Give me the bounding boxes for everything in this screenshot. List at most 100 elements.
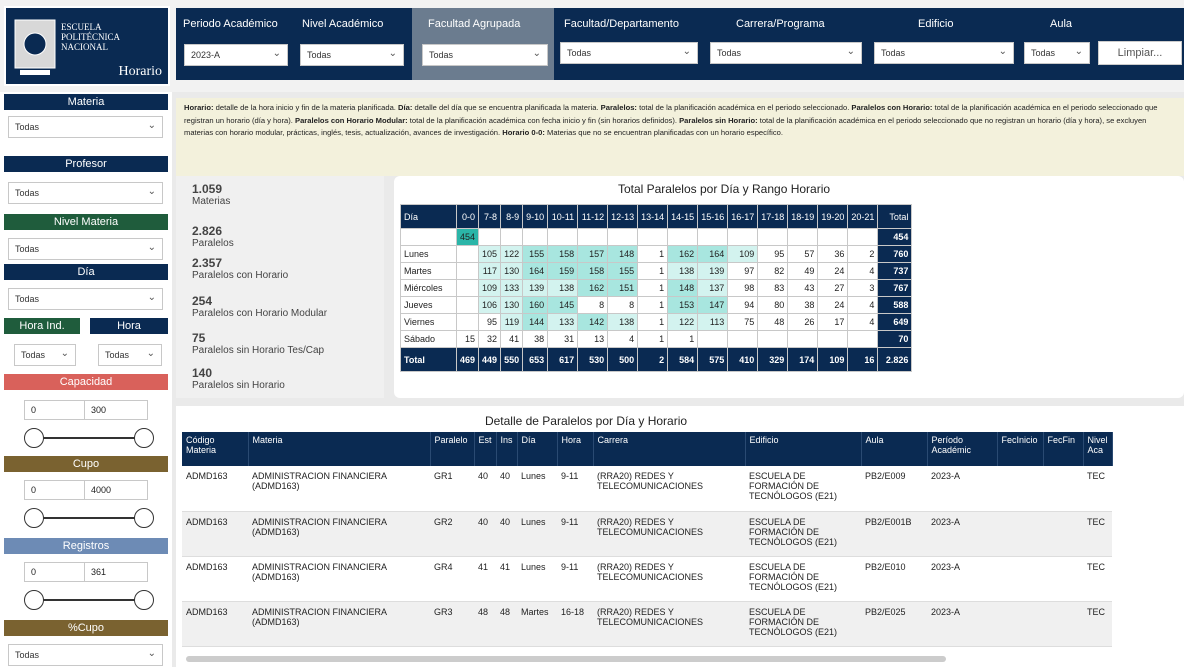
detail-header-cell[interactable]: Hora <box>557 432 594 466</box>
slider-min-handle[interactable] <box>24 428 44 448</box>
capacidad-slider[interactable] <box>24 428 154 448</box>
slider-max-handle[interactable] <box>134 508 154 528</box>
pivot-cell: 38 <box>522 330 549 348</box>
detail-header-cell[interactable]: Código Materia <box>182 432 249 466</box>
detail-cell: ESCUELA DE FORMACIÓN DE TECNÓLOGOS (E21) <box>745 466 862 512</box>
cupo-max-input[interactable]: 4000 <box>84 480 148 500</box>
facultad-dropdown[interactable]: Todas ⌄ <box>560 42 698 64</box>
detail-cell: TEC <box>1083 511 1113 557</box>
detail-panel: Detalle de Paralelos por Día y Horario C… <box>176 406 1184 667</box>
pivot-cell <box>547 228 579 246</box>
detail-row[interactable]: ADMD163 ADMINISTRACION FINANCIERA (ADMD16… <box>182 466 1113 512</box>
hora-dropdown[interactable]: Todas ⌄ <box>98 344 162 366</box>
limpiar-button[interactable]: Limpiar... <box>1098 41 1182 65</box>
logo-line1: ESCUELA <box>61 22 102 32</box>
detail-header-cell[interactable]: Edificio <box>745 432 862 466</box>
pivot-cell: 164 <box>522 262 549 280</box>
dia-value: Todas <box>15 294 40 304</box>
detail-cell: ESCUELA DE FORMACIÓN DE TECNÓLOGOS (E21) <box>745 511 862 557</box>
capacidad-min-input[interactable]: 0 <box>24 400 88 420</box>
detail-cell: PB2/E009 <box>861 466 928 512</box>
pivot-cell <box>727 330 759 348</box>
profesor-dropdown[interactable]: Todas ⌄ <box>8 182 163 204</box>
slider-max-handle[interactable] <box>134 428 154 448</box>
detail-cell: ESCUELA DE FORMACIÓN DE TECNÓLOGOS (E21) <box>745 601 862 647</box>
pivot-cell: 3 <box>847 279 879 297</box>
pivot-cell <box>817 330 849 348</box>
detail-header-cell[interactable]: Carrera <box>593 432 746 466</box>
pivot-cell: 57 <box>787 245 819 263</box>
pct-cupo-value: Todas <box>15 650 40 660</box>
detail-row[interactable]: ADMD163 ADMINISTRACION FINANCIERA (ADMD16… <box>182 511 1113 557</box>
filter-bar: ESCUELA POLITÉCNICA NACIONAL Horario Perio… <box>0 0 1184 92</box>
pct-cupo-dropdown[interactable]: Todas ⌄ <box>8 644 163 666</box>
facultad-agrupada-filter: Facultad Agrupada Todas ⌄ <box>412 8 554 80</box>
registros-slider[interactable] <box>24 590 154 610</box>
carrera-dropdown[interactable]: Todas ⌄ <box>710 42 862 64</box>
detail-row[interactable]: ADMD163 ADMINISTRACION FINANCIERA (ADMD16… <box>182 556 1113 602</box>
detail-cell <box>997 601 1044 647</box>
detail-header-cell[interactable]: Materia <box>248 432 431 466</box>
chevron-down-icon: ⌄ <box>846 46 855 57</box>
chevron-down-icon: ⌄ <box>147 242 156 253</box>
aula-value: Todas <box>1031 48 1056 58</box>
detail-header-cell[interactable]: Est <box>474 432 497 466</box>
detail-header-cell[interactable]: Período Académic <box>927 432 998 466</box>
cupo-min-input[interactable]: 0 <box>24 480 88 500</box>
detail-cell <box>997 511 1044 557</box>
capacidad-max-input[interactable]: 300 <box>84 400 148 420</box>
horizontal-scrollbar[interactable] <box>186 656 946 662</box>
aula-dropdown[interactable]: Todas ⌄ <box>1024 42 1090 64</box>
detail-cell: ADMINISTRACION FINANCIERA (ADMD163) <box>248 556 430 602</box>
sidebar-filters: Materia Todas ⌄ Profesor Todas ⌄ Nivel Mat… <box>0 92 172 667</box>
pivot-cell: 4 <box>847 296 879 314</box>
hora-ind-dropdown[interactable]: Todas ⌄ <box>14 344 76 366</box>
detail-header-cell[interactable]: Paralelo <box>430 432 475 466</box>
facultad-agrupada-dropdown[interactable]: Todas ⌄ <box>422 44 548 66</box>
detail-header-cell[interactable]: Nivel Aca <box>1083 432 1113 466</box>
nivel-materia-dropdown[interactable]: Todas ⌄ <box>8 238 163 260</box>
periodo-label: Periodo Académico <box>183 18 278 30</box>
detail-cell: (RRA20) REDES Y TELECOMUNICACIONES <box>593 511 746 557</box>
edificio-dropdown[interactable]: Todas ⌄ <box>874 42 1014 64</box>
pivot-total-cell: 469 <box>455 347 480 372</box>
info-term: Paralelos con Horario Modular: <box>295 115 408 125</box>
pivot-header-cell: 16-17 <box>727 204 759 229</box>
pivot-cell: 151 <box>607 279 639 297</box>
chevron-down-icon: ⌄ <box>147 120 156 131</box>
materia-dropdown[interactable]: Todas ⌄ <box>8 116 163 138</box>
pivot-cell: 97 <box>727 262 759 280</box>
dia-dropdown[interactable]: Todas ⌄ <box>8 288 163 310</box>
kpi-label: Paralelos con Horario <box>192 270 289 281</box>
pivot-header-cell: 20-21 <box>847 204 879 229</box>
detail-header-cell[interactable]: FecInicio <box>997 432 1044 466</box>
detail-header-cell[interactable]: Aula <box>861 432 928 466</box>
pivot-cell: 70 <box>877 330 913 348</box>
cupo-slider[interactable] <box>24 508 154 528</box>
pivot-cell <box>500 228 524 246</box>
detail-row[interactable]: ADMD163 ADMINISTRACION FINANCIERA (ADMD16… <box>182 601 1113 647</box>
profesor-value: Todas <box>15 188 40 198</box>
detail-cell: ADMINISTRACION FINANCIERA (ADMD163) <box>248 601 430 647</box>
pivot-total-cell: 575 <box>697 347 729 372</box>
pivot-cell: 737 <box>877 262 913 280</box>
periodo-dropdown[interactable]: 2023-A ⌄ <box>184 44 288 66</box>
pivot-cell: 1 <box>637 279 669 297</box>
slider-min-handle[interactable] <box>24 508 44 528</box>
detail-header-cell[interactable]: FecFin <box>1043 432 1084 466</box>
nivel-dropdown[interactable]: Todas ⌄ <box>300 44 404 66</box>
slider-max-handle[interactable] <box>134 590 154 610</box>
pivot-total-cell: 2 <box>637 347 669 372</box>
detail-header-cell[interactable]: Día <box>517 432 558 466</box>
pivot-cell: 155 <box>607 262 639 280</box>
detail-header-cell[interactable]: Ins <box>496 432 518 466</box>
pivot-header-cell: 9-10 <box>522 204 549 229</box>
detail-cell: Martes <box>517 601 558 647</box>
chevron-down-icon: ⌄ <box>147 186 156 197</box>
slider-min-handle[interactable] <box>24 590 44 610</box>
materia-value: Todas <box>15 122 40 132</box>
registros-min-input[interactable]: 0 <box>24 562 88 582</box>
pivot-cell <box>667 228 699 246</box>
registros-max-input[interactable]: 361 <box>84 562 148 582</box>
pct-cupo-label: %Cupo <box>4 620 168 636</box>
